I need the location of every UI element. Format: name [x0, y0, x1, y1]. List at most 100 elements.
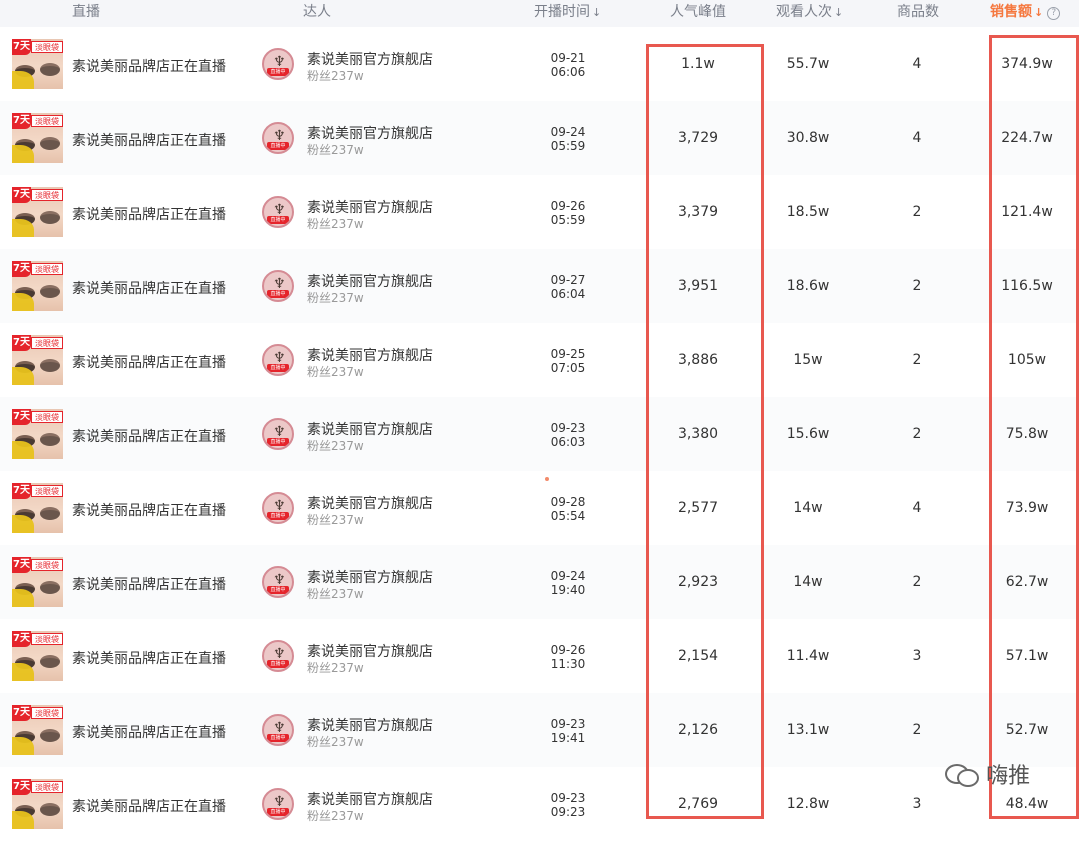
start-clock: 06:04 — [550, 287, 586, 301]
anchor-name[interactable]: 素说美丽官方旗舰店 — [307, 789, 433, 809]
live-title[interactable]: 素说美丽品牌店正在直播 — [72, 500, 226, 520]
anchor-name[interactable]: 素说美丽官方旗舰店 — [307, 567, 433, 587]
help-icon[interactable]: ? — [1047, 7, 1061, 20]
table-row[interactable]: 7天 淡眼袋 素说美丽品牌店正在直播 ♆ 直播中 素说美丽官方旗舰店 粉丝237w 09-28… — [0, 471, 1079, 545]
start-clock: 06:03 — [550, 435, 586, 449]
table-row[interactable]: 7天 淡眼袋 素说美丽品牌店正在直播 ♆ 直播中 素说美丽官方旗舰店 粉丝237w 09-21… — [0, 27, 1079, 101]
avatar[interactable]: ♆ 直播中 — [262, 566, 294, 598]
live-thumbnail[interactable]: 7天 淡眼袋 — [12, 261, 63, 311]
col-header-sales[interactable]: 销售额 ↓? — [990, 0, 1061, 27]
table-row[interactable]: 7天 淡眼袋 素说美丽品牌店正在直播 ♆ 直播中 素说美丽官方旗舰店 粉丝237w 09-25… — [0, 323, 1079, 397]
live-thumbnail[interactable]: 7天 淡眼袋 — [12, 39, 63, 89]
col-header-peak[interactable]: 人气峰值 — [670, 0, 726, 27]
start-clock: 06:06 — [550, 65, 586, 79]
table-row[interactable]: 7天 淡眼袋 素说美丽品牌店正在直播 ♆ 直播中 素说美丽官方旗舰店 粉丝237w 09-23… — [0, 693, 1079, 767]
avatar[interactable]: ♆ 直播中 — [262, 714, 294, 746]
live-status-badge: 直播中 — [267, 734, 289, 742]
live-thumbnail[interactable]: 7天 淡眼袋 — [12, 409, 63, 459]
avatar[interactable]: ♆ 直播中 — [262, 196, 294, 228]
start-time: 09-25 07:05 — [543, 347, 593, 375]
fans-count: 粉丝237w — [307, 365, 364, 379]
table-row[interactable]: 7天 淡眼袋 素说美丽品牌店正在直播 ♆ 直播中 素说美丽官方旗舰店 粉丝237w 09-26… — [0, 619, 1079, 693]
start-time: 09-24 05:59 — [543, 125, 593, 153]
watermark: 嗨推 — [943, 758, 1030, 789]
live-thumbnail[interactable]: 7天 淡眼袋 — [12, 779, 63, 829]
live-title[interactable]: 素说美丽品牌店正在直播 — [72, 278, 226, 298]
live-thumbnail[interactable]: 7天 淡眼袋 — [12, 187, 63, 237]
anchor-name[interactable]: 素说美丽官方旗舰店 — [307, 197, 433, 217]
sales-value: 224.7w — [1001, 130, 1053, 146]
views-value: 14w — [793, 574, 823, 590]
table-row[interactable]: 7天 淡眼袋 素说美丽品牌店正在直播 ♆ 直播中 素说美丽官方旗舰店 粉丝237w 09-24… — [0, 545, 1079, 619]
anchor-name[interactable]: 素说美丽官方旗舰店 — [307, 271, 433, 291]
live-thumbnail[interactable]: 7天 淡眼袋 — [12, 705, 63, 755]
crane-logo-icon: ♆ — [273, 276, 286, 292]
start-date: 09-26 — [550, 199, 586, 213]
sales-value: 57.1w — [1005, 648, 1049, 664]
peak-value: 2,126 — [677, 722, 719, 738]
live-title[interactable]: 素说美丽品牌店正在直播 — [72, 648, 226, 668]
avatar[interactable]: ♆ 直播中 — [262, 418, 294, 450]
start-clock: 11:30 — [550, 657, 586, 671]
anchor-name[interactable]: 素说美丽官方旗舰店 — [307, 345, 433, 365]
live-thumbnail[interactable]: 7天 淡眼袋 — [12, 483, 63, 533]
promo-badge-text: 淡眼袋 — [31, 41, 63, 53]
goods-count: 4 — [912, 130, 922, 146]
live-title[interactable]: 素说美丽品牌店正在直播 — [72, 796, 226, 816]
anchor-name[interactable]: 素说美丽官方旗舰店 — [307, 715, 433, 735]
col-header-goods[interactable]: 商品数 — [897, 0, 939, 27]
anchor-name[interactable]: 素说美丽官方旗舰店 — [307, 641, 433, 661]
anchor-name[interactable]: 素说美丽官方旗舰店 — [307, 49, 433, 69]
sales-value: 75.8w — [1005, 426, 1049, 442]
live-title[interactable]: 素说美丽品牌店正在直播 — [72, 574, 226, 594]
table-row[interactable]: 7天 淡眼袋 素说美丽品牌店正在直播 ♆ 直播中 素说美丽官方旗舰店 粉丝237w 09-26… — [0, 175, 1079, 249]
start-time: 09-26 11:30 — [543, 643, 593, 671]
anchor-name[interactable]: 素说美丽官方旗舰店 — [307, 419, 433, 439]
avatar[interactable]: ♆ 直播中 — [262, 270, 294, 302]
live-thumbnail[interactable]: 7天 淡眼袋 — [12, 631, 63, 681]
goods-count: 2 — [912, 352, 922, 368]
live-title[interactable]: 素说美丽品牌店正在直播 — [72, 56, 226, 76]
start-date: 09-23 — [550, 421, 586, 435]
avatar[interactable]: ♆ 直播中 — [262, 640, 294, 672]
sales-value: 73.9w — [1005, 500, 1049, 516]
start-time: 09-27 06:04 — [543, 273, 593, 301]
live-thumbnail[interactable]: 7天 淡眼袋 — [12, 557, 63, 607]
avatar[interactable]: ♆ 直播中 — [262, 48, 294, 80]
live-thumbnail[interactable]: 7天 淡眼袋 — [12, 335, 63, 385]
col-header-views[interactable]: 观看人次 ↓ — [776, 0, 843, 27]
avatar[interactable]: ♆ 直播中 — [262, 344, 294, 376]
live-title[interactable]: 素说美丽品牌店正在直播 — [72, 722, 226, 742]
crane-logo-icon: ♆ — [273, 54, 286, 70]
table-row[interactable]: 7天 淡眼袋 素说美丽品牌店正在直播 ♆ 直播中 素说美丽官方旗舰店 粉丝237w 09-24… — [0, 101, 1079, 175]
goods-count: 2 — [912, 426, 922, 442]
live-title[interactable]: 素说美丽品牌店正在直播 — [72, 352, 226, 372]
live-title[interactable]: 素说美丽品牌店正在直播 — [72, 426, 226, 446]
peak-value: 3,886 — [677, 352, 719, 368]
live-thumbnail[interactable]: 7天 淡眼袋 — [12, 113, 63, 163]
avatar[interactable]: ♆ 直播中 — [262, 788, 294, 820]
table-header: 直播 达人 开播时间 ↓ 人气峰值 观看人次 ↓ 商品数 销售额 ↓? — [0, 0, 1079, 27]
live-title[interactable]: 素说美丽品牌店正在直播 — [72, 204, 226, 224]
anchor-name[interactable]: 素说美丽官方旗舰店 — [307, 493, 433, 513]
goods-count: 2 — [912, 204, 922, 220]
start-time: 09-23 06:03 — [543, 421, 593, 449]
anchor-name[interactable]: 素说美丽官方旗舰店 — [307, 123, 433, 143]
table-row[interactable]: 7天 淡眼袋 素说美丽品牌店正在直播 ♆ 直播中 素说美丽官方旗舰店 粉丝237w 09-23… — [0, 767, 1079, 841]
views-value: 30.8w — [786, 130, 830, 146]
fans-count: 粉丝237w — [307, 513, 364, 527]
col-header-start-time[interactable]: 开播时间 ↓ — [534, 0, 601, 27]
views-value: 18.5w — [786, 204, 830, 220]
table-row[interactable]: 7天 淡眼袋 素说美丽品牌店正在直播 ♆ 直播中 素说美丽官方旗舰店 粉丝237w 09-27… — [0, 249, 1079, 323]
table-row[interactable]: 7天 淡眼袋 素说美丽品牌店正在直播 ♆ 直播中 素说美丽官方旗舰店 粉丝237w 09-23… — [0, 397, 1079, 471]
crane-logo-icon: ♆ — [273, 646, 286, 662]
live-title[interactable]: 素说美丽品牌店正在直播 — [72, 130, 226, 150]
start-date: 09-23 — [550, 791, 586, 805]
avatar[interactable]: ♆ 直播中 — [262, 122, 294, 154]
peak-value: 3,729 — [677, 130, 719, 146]
crane-logo-icon: ♆ — [273, 720, 286, 736]
promo-badge: 7天 — [12, 39, 31, 55]
avatar[interactable]: ♆ 直播中 — [262, 492, 294, 524]
fans-count: 粉丝237w — [307, 809, 364, 823]
start-date: 09-24 — [550, 569, 586, 583]
